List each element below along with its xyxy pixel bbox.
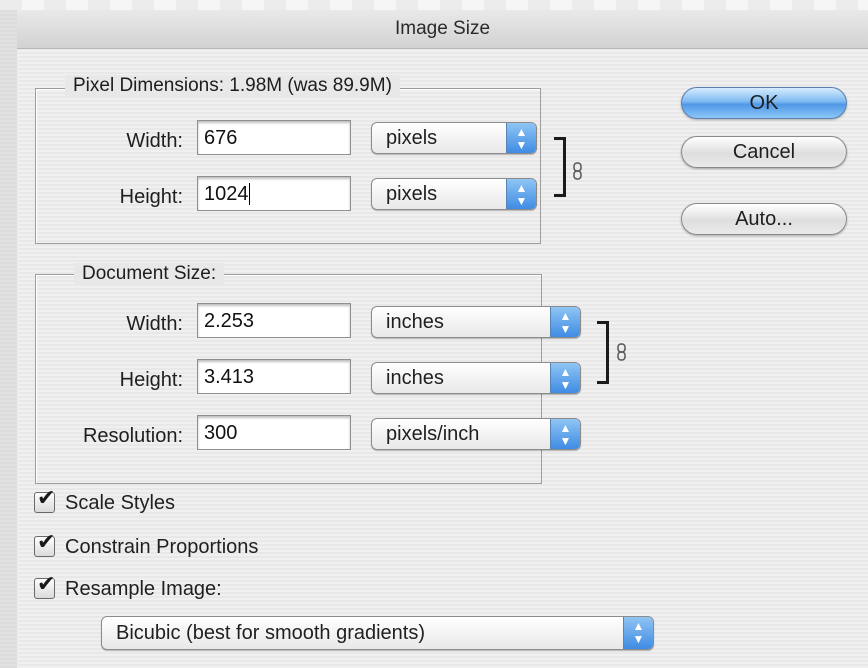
- up-down-arrows-icon: ▲ ▼: [550, 363, 580, 393]
- dialog-title: Image Size: [17, 10, 868, 49]
- document-height-field[interactable]: 3.413: [197, 359, 351, 394]
- document-size-legend: Document Size:: [74, 263, 225, 285]
- pixel-width-field[interactable]: 676: [197, 120, 351, 155]
- document-height-unit-select[interactable]: inches ▲ ▼: [371, 362, 581, 394]
- scale-styles-label: Scale Styles: [65, 492, 176, 514]
- checkmark-icon: ✔: [37, 486, 56, 511]
- image-size-dialog: Image Size Pixel Dimensions: 1.98M (was …: [17, 10, 868, 668]
- checkmark-icon: ✔: [37, 572, 56, 597]
- text-cursor: [248, 182, 250, 205]
- background-strip: [0, 0, 868, 10]
- constrain-proportions-checkbox[interactable]: ✔: [34, 531, 55, 557]
- resolution-unit-select[interactable]: pixels/inch ▲ ▼: [371, 418, 581, 450]
- pixel-width-unit-label: pixels: [386, 127, 438, 149]
- document-width-unit-label: inches: [386, 311, 444, 333]
- resolution-field[interactable]: 300: [197, 415, 351, 450]
- document-constrain-bracket: [597, 321, 609, 384]
- document-height-label: Height:: [119, 369, 183, 391]
- pixel-height-field[interactable]: 1024: [197, 176, 351, 211]
- pixel-width-unit-select[interactable]: pixels ▲ ▼: [371, 122, 537, 154]
- scale-styles-checkbox[interactable]: ✔: [34, 487, 55, 513]
- resample-image-checkbox[interactable]: ✔: [34, 573, 55, 599]
- pixel-dimensions-group: [35, 88, 541, 244]
- pixel-height-value: 1024: [204, 183, 249, 205]
- constrain-proportions-label: Constrain Proportions: [65, 536, 259, 558]
- resolution-unit-label: pixels/inch: [386, 423, 480, 445]
- cancel-button[interactable]: Cancel: [681, 136, 847, 168]
- resample-method-label: Bicubic (best for smooth gradients): [116, 622, 426, 644]
- up-down-arrows-icon: ▲ ▼: [550, 419, 580, 449]
- document-width-field[interactable]: 2.253: [197, 303, 351, 338]
- resample-method-select[interactable]: Bicubic (best for smooth gradients) ▲ ▼: [101, 616, 654, 650]
- pixel-height-unit-label: pixels: [386, 183, 438, 205]
- chain-link-icon: [573, 162, 582, 180]
- pixel-height-unit-select[interactable]: pixels ▲ ▼: [371, 178, 537, 210]
- document-height-unit-label: inches: [386, 367, 444, 389]
- resample-image-label: Resample Image:: [65, 578, 222, 600]
- auto-button[interactable]: Auto...: [681, 203, 847, 235]
- pixel-dimensions-legend: Pixel Dimensions: 1.98M (was 89.9M): [65, 75, 400, 97]
- ok-button[interactable]: OK: [681, 87, 847, 119]
- pixel-width-label: Width:: [126, 130, 183, 152]
- pixel-height-label: Height:: [119, 186, 183, 208]
- up-down-arrows-icon: ▲ ▼: [623, 617, 653, 649]
- chain-link-icon: [617, 343, 626, 361]
- document-width-unit-select[interactable]: inches ▲ ▼: [371, 306, 581, 338]
- up-down-arrows-icon: ▲ ▼: [550, 307, 580, 337]
- checkmark-icon: ✔: [37, 530, 56, 555]
- document-width-label: Width:: [126, 313, 183, 335]
- pixel-constrain-bracket: [554, 137, 566, 197]
- up-down-arrows-icon: ▲ ▼: [506, 179, 536, 209]
- up-down-arrows-icon: ▲ ▼: [506, 123, 536, 153]
- resolution-label: Resolution:: [82, 425, 183, 447]
